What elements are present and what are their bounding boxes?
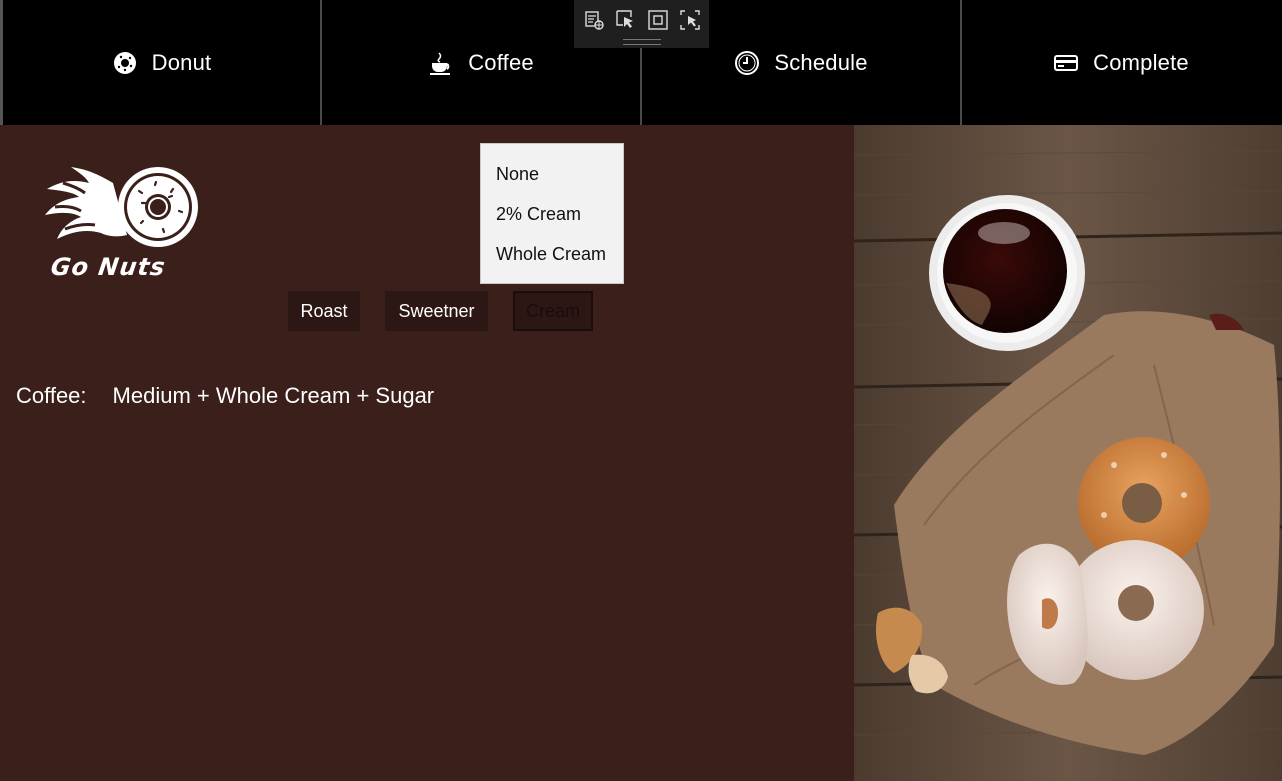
roast-button[interactable]: Roast bbox=[288, 291, 360, 331]
cream-option-whole[interactable]: Whole Cream bbox=[496, 244, 606, 265]
summary-label: Coffee: bbox=[16, 383, 87, 408]
cream-menu-flyout: None 2% Cream Whole Cream bbox=[480, 143, 624, 284]
tab-label-complete: Complete bbox=[1093, 49, 1189, 75]
card-icon bbox=[1053, 50, 1079, 76]
cream-option-none[interactable]: None bbox=[496, 164, 539, 185]
live-tree-icon[interactable] bbox=[583, 9, 605, 31]
cream-button[interactable]: Cream bbox=[513, 291, 593, 331]
tab-complete[interactable]: Complete bbox=[960, 0, 1280, 125]
cream-option-2-percent[interactable]: 2% Cream bbox=[496, 204, 581, 225]
track-focus-icon[interactable] bbox=[679, 9, 701, 31]
display-layout-icon[interactable] bbox=[647, 9, 669, 31]
coffee-summary: Coffee: Medium + Whole Cream + Sugar bbox=[16, 383, 434, 409]
clock-icon bbox=[734, 50, 760, 76]
select-element-icon[interactable] bbox=[615, 9, 637, 31]
logo-text: Go Nuts bbox=[49, 253, 168, 281]
tab-label-schedule: Schedule bbox=[774, 49, 868, 75]
donut-icon bbox=[112, 50, 138, 76]
coffee-donut-photo bbox=[854, 125, 1282, 781]
tab-label-donut: Donut bbox=[151, 49, 212, 75]
sweetner-button[interactable]: Sweetner bbox=[385, 291, 488, 331]
coffee-options-panel: Go Nuts Roast Sweetner Cream Coffee: Med… bbox=[3, 125, 854, 781]
debug-toolbar bbox=[574, 0, 709, 48]
tab-label-coffee: Coffee bbox=[468, 49, 534, 75]
tab-donut[interactable]: Donut bbox=[0, 0, 320, 125]
summary-value: Medium + Whole Cream + Sugar bbox=[112, 383, 435, 408]
toolbar-grip[interactable] bbox=[622, 39, 661, 45]
coffee-cup-icon bbox=[428, 50, 454, 76]
